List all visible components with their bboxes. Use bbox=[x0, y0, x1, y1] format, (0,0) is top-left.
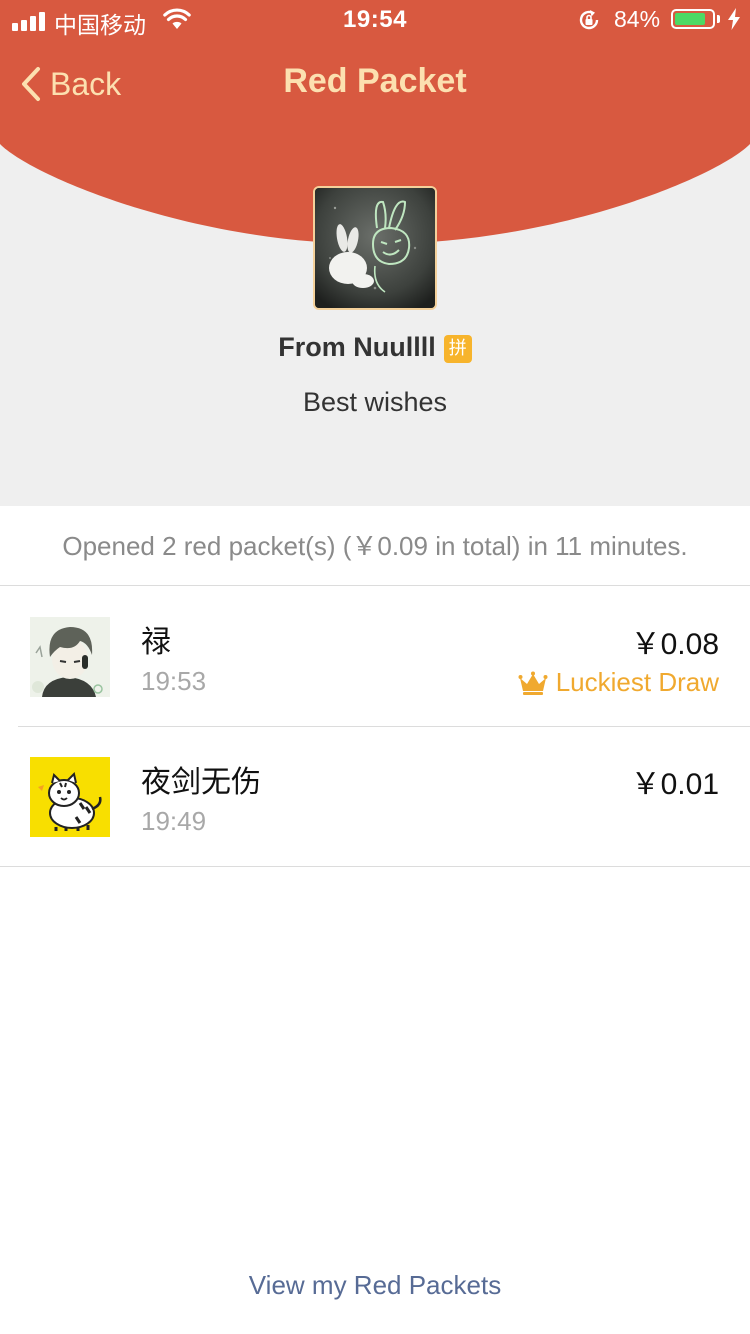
packet-summary: Opened 2 red packet(s) (￥0.09 in total) … bbox=[0, 506, 750, 586]
battery-icon bbox=[671, 9, 715, 29]
luckiest-draw-label: Luckiest Draw bbox=[555, 667, 719, 697]
luckiest-draw-badge: Luckiest Draw bbox=[518, 667, 719, 698]
pin-badge: 拼 bbox=[443, 335, 472, 363]
packet-message: Best wishes bbox=[302, 387, 448, 417]
rabbit-avatar-image bbox=[315, 188, 435, 308]
tiger-cartoon-avatar-image bbox=[30, 757, 110, 837]
avatar[interactable] bbox=[30, 757, 110, 837]
battery-tip bbox=[717, 15, 720, 23]
row-divider bbox=[0, 866, 750, 867]
receive-time: 19:53 bbox=[141, 666, 207, 696]
packet-header-area: 中国移动 19:54 84% Back Red Packet From Nuul… bbox=[0, 0, 750, 506]
crown-icon bbox=[518, 671, 548, 695]
page-title: Red Packet bbox=[283, 62, 467, 100]
receiver-name: 禄 bbox=[141, 625, 171, 660]
avatar[interactable] bbox=[30, 617, 110, 697]
anime-boy-avatar-image bbox=[30, 617, 110, 697]
list-item[interactable]: 夜剑无伤 19:49 ￥0.01 bbox=[0, 727, 750, 867]
view-my-red-packets-link[interactable]: View my Red Packets bbox=[0, 1270, 750, 1301]
charging-bolt-icon bbox=[728, 8, 740, 30]
status-bar: 中国移动 19:54 84% bbox=[0, 0, 750, 40]
receive-time: 19:49 bbox=[141, 806, 207, 836]
received-amount: ￥0.08 bbox=[630, 628, 719, 661]
sender-avatar[interactable] bbox=[313, 186, 437, 310]
receiver-name: 夜剑无伤 bbox=[141, 765, 261, 800]
battery-percentage: 84% bbox=[614, 6, 661, 32]
received-amount: ￥0.01 bbox=[630, 768, 719, 801]
list-item[interactable]: 禄 19:53 ￥0.08 Luckiest Draw bbox=[0, 587, 750, 727]
sender-row: From Nuullll 拼 bbox=[0, 332, 750, 363]
sender-name: From Nuullll bbox=[278, 332, 436, 362]
battery-level-fill bbox=[675, 13, 705, 25]
orientation-lock-icon bbox=[579, 10, 599, 30]
